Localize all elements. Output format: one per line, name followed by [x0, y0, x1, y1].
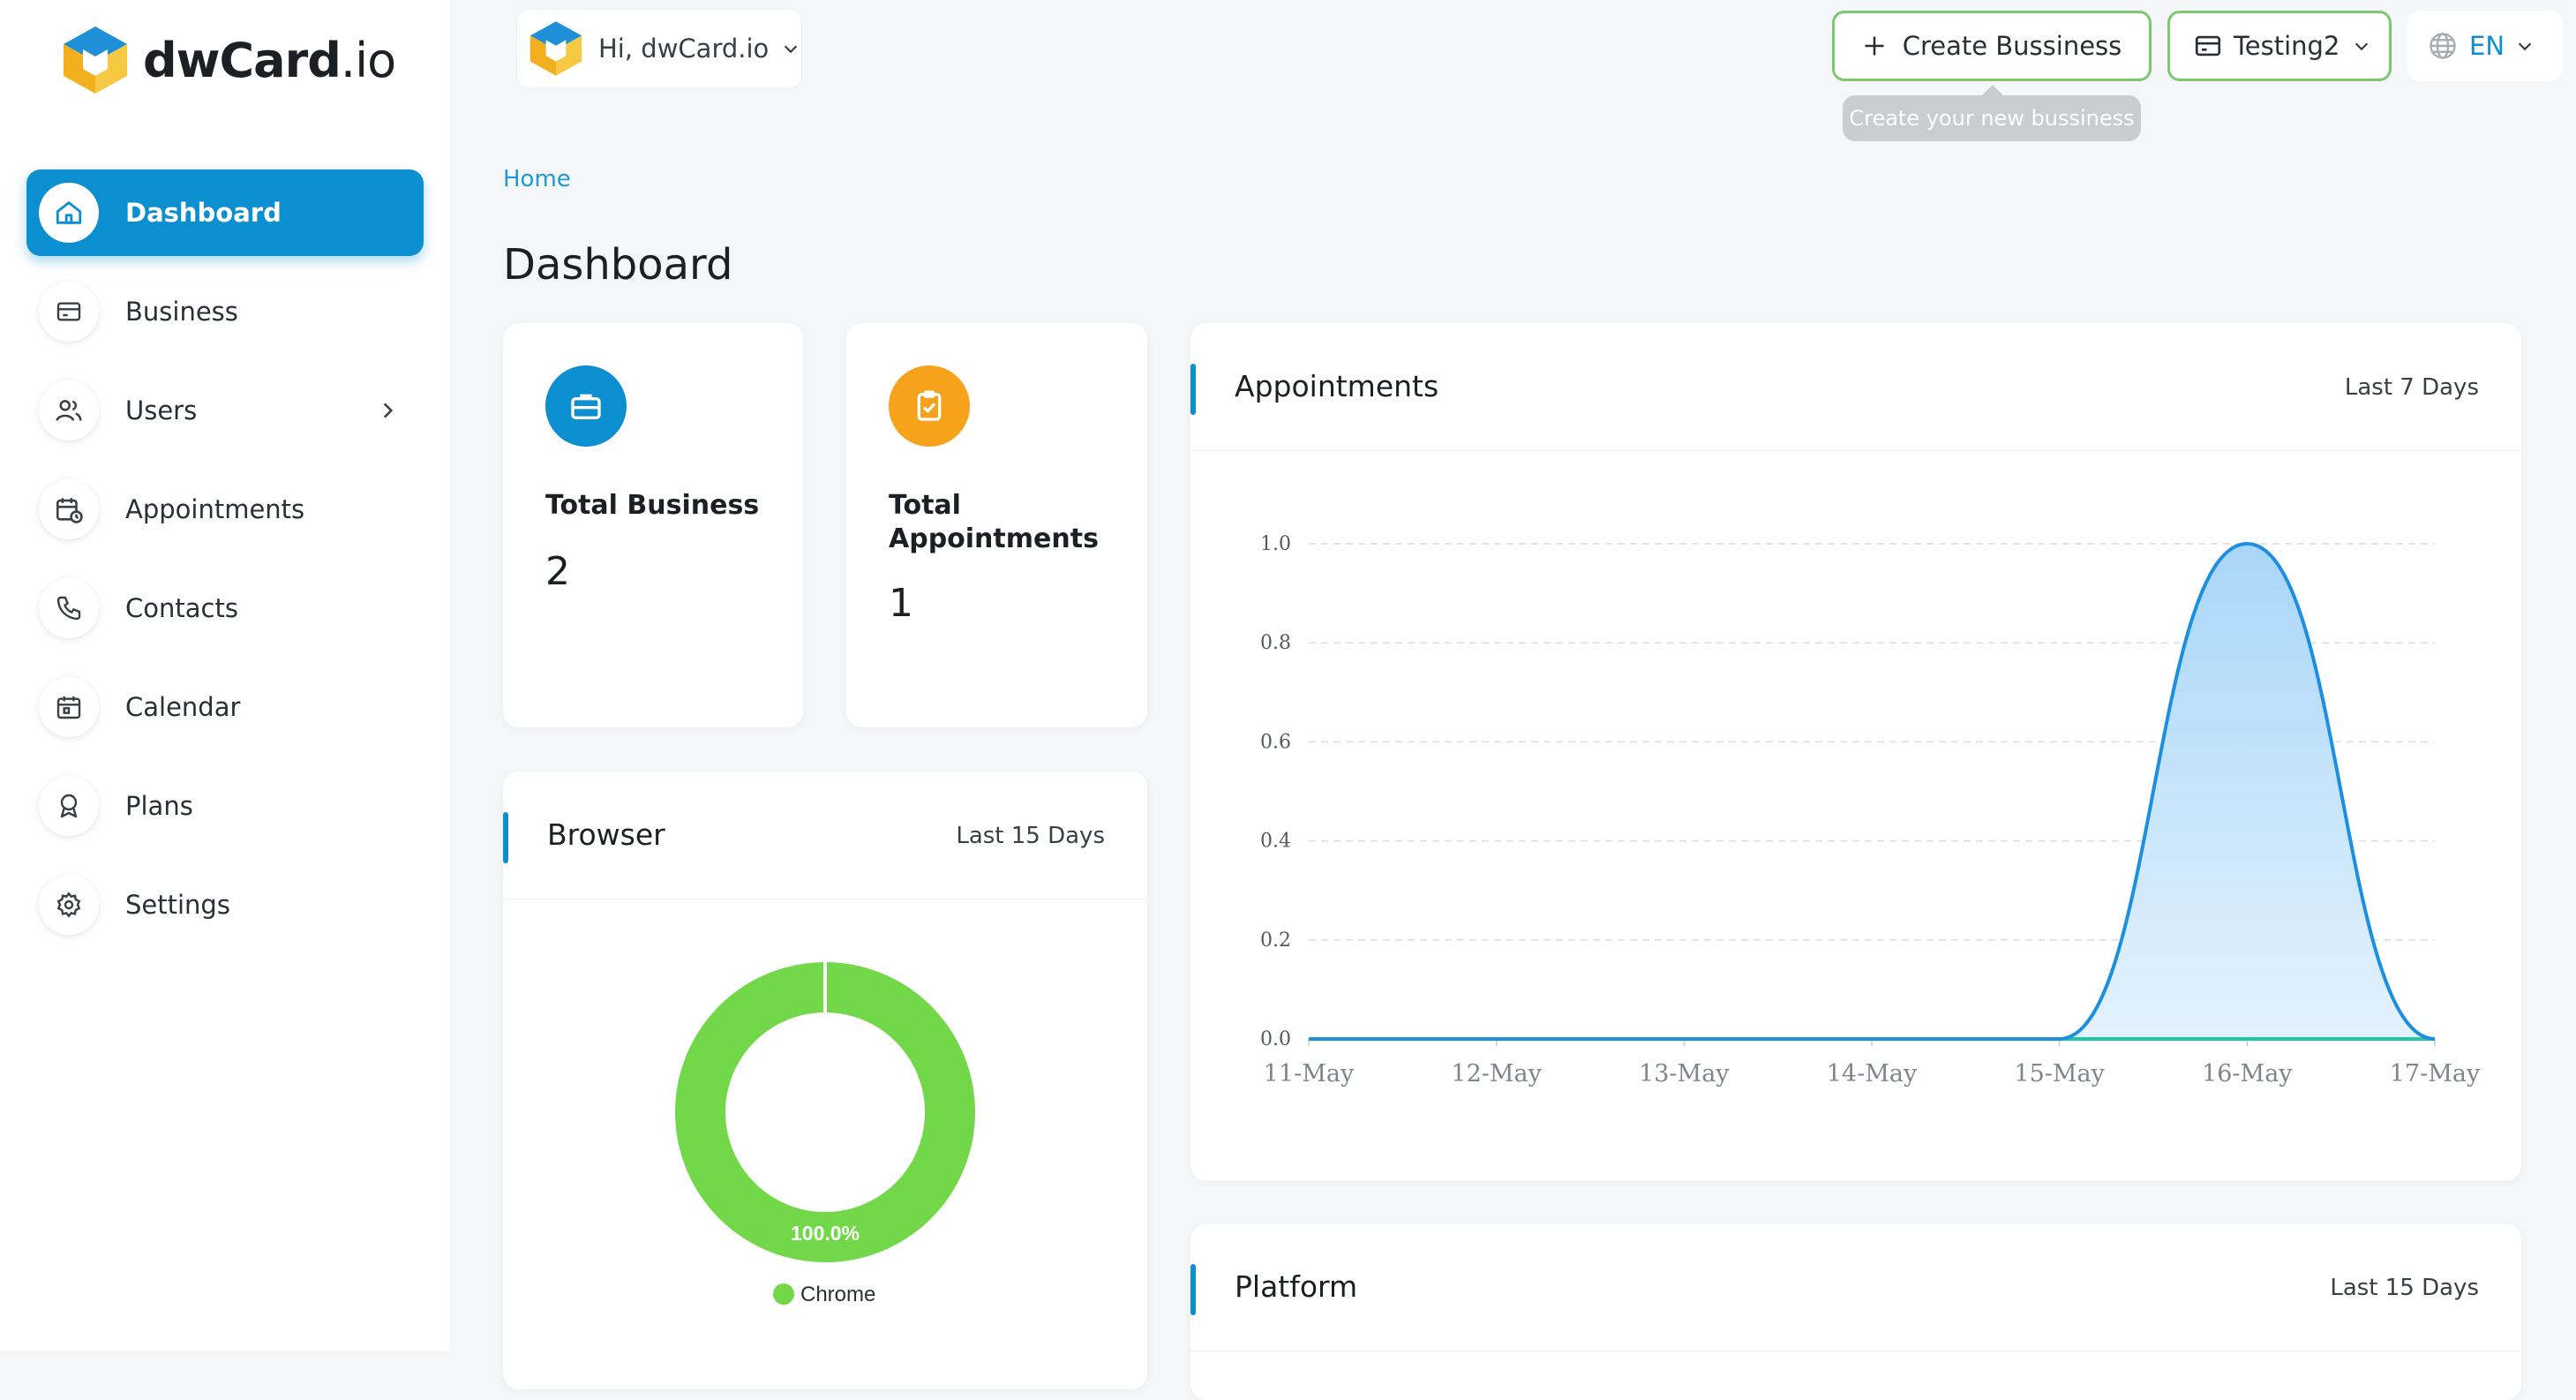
card-title: Browser	[547, 817, 665, 852]
sidebar-item-appointments[interactable]: Appointments	[26, 466, 424, 553]
appointments-card: Appointments Last 7 Days 0.0 0.2 0.4 0.6 0.8…	[1190, 323, 2521, 1181]
sidebar-item-dashboard[interactable]: Dashboard	[26, 169, 424, 256]
y-tick-label: 0.8	[1260, 632, 1291, 654]
sidebar-item-label: Calendar	[125, 692, 241, 722]
business-selector-label: Testing2	[2234, 31, 2340, 61]
breadcrumb-home[interactable]: Home	[503, 166, 571, 192]
brand-logo[interactable]: dwCard.io	[60, 23, 396, 97]
calendar-clock-icon	[56, 498, 83, 523]
stat-label: Total Appointments	[889, 490, 1099, 554]
legend-swatch	[773, 1283, 794, 1305]
sidebar-item-label: Contacts	[125, 593, 238, 623]
y-tick-label: 0.6	[1260, 731, 1291, 753]
plus-icon	[1865, 36, 1884, 56]
range-selector[interactable]: Last 15 Days	[956, 823, 1105, 849]
business-selector[interactable]: Testing2	[2167, 11, 2392, 81]
x-tick-label: 13-May	[1639, 1060, 1730, 1088]
y-tick-label: 0.0	[1260, 1028, 1291, 1050]
card-title: Platform	[1235, 1269, 1358, 1304]
series-area	[1309, 544, 2435, 1039]
stat-label: Total Business	[545, 490, 760, 521]
create-business-label: Create Bussiness	[1902, 31, 2122, 61]
y-tick-label: 1.0	[1260, 533, 1291, 555]
sidebar-item-label: Users	[125, 395, 198, 425]
total-business-card: Total Business 2	[503, 323, 803, 727]
award-icon	[60, 794, 78, 818]
briefcase-icon	[571, 394, 601, 419]
x-tick-label: 16-May	[2202, 1060, 2293, 1088]
user-avatar-icon	[529, 21, 582, 76]
brand-name: dwCard	[143, 32, 342, 88]
card-icon	[2195, 35, 2221, 56]
chevron-down-icon	[785, 45, 798, 54]
sidebar-item-label: Settings	[125, 890, 230, 920]
sidebar-item-label: Dashboard	[125, 198, 282, 228]
legend-label[interactable]: Chrome	[800, 1283, 875, 1306]
sidebar-item-label: Business	[125, 297, 238, 327]
user-greeting: Hi, dwCard.io	[598, 34, 770, 64]
sidebar-item-plans[interactable]: Plans	[26, 763, 424, 849]
chevron-down-icon	[2518, 42, 2532, 51]
range-selector[interactable]: Last 7 Days	[2345, 374, 2479, 401]
card-title: Appointments	[1235, 369, 1439, 403]
logo-cube-icon	[64, 26, 127, 94]
x-tick-label: 17-May	[2390, 1060, 2481, 1088]
stat-value: 2	[545, 549, 570, 594]
phone-icon	[56, 596, 81, 621]
chevron-down-icon	[2355, 42, 2369, 51]
y-tick-label: 0.4	[1260, 831, 1291, 853]
globe-icon	[2430, 33, 2456, 59]
users-icon	[56, 400, 82, 421]
sidebar-item-label: Appointments	[125, 494, 305, 524]
card-icon	[56, 302, 81, 321]
stat-value: 1	[889, 581, 913, 626]
sidebar-item-business[interactable]: Business	[26, 268, 424, 355]
home-icon	[56, 201, 82, 224]
sidebar-item-users[interactable]: Users	[26, 367, 424, 454]
pie-slice[interactable]	[675, 962, 975, 1262]
platform-card: Platform Last 15 Days	[1190, 1223, 2521, 1400]
browser-card: Browser Last 15 Days 100.0% Chrome	[503, 772, 1147, 1389]
brand-tld: .io	[340, 32, 396, 88]
x-tick-label: 14-May	[1827, 1060, 1918, 1088]
range-selector[interactable]: Last 15 Days	[2330, 1275, 2479, 1301]
sidebar-item-label: Plans	[125, 791, 193, 821]
sidebar-item-settings[interactable]: Settings	[26, 862, 424, 948]
x-tick-label: 12-May	[1451, 1060, 1542, 1088]
create-business-tooltip: Create your new bussiness	[1843, 85, 2141, 141]
language-label: EN	[2469, 31, 2505, 61]
gear-icon	[56, 892, 81, 918]
language-selector[interactable]: EN	[2407, 11, 2563, 81]
page-title: Dashboard	[503, 240, 733, 290]
x-tick-label: 15-May	[2014, 1060, 2105, 1088]
slice-data-label: 100.0%	[791, 1222, 860, 1245]
sidebar-item-contacts[interactable]: Contacts	[26, 565, 424, 651]
create-business-button[interactable]: Create Bussiness	[1832, 11, 2152, 81]
total-appointments-card: Total Appointments 1	[846, 323, 1147, 727]
x-tick-label: 11-May	[1264, 1060, 1355, 1088]
appointments-area-chart: 0.0 0.2 0.4 0.6 0.8 1.0 11-May 12-May 13-May 14-M…	[1260, 533, 2481, 1088]
sidebar: dwCard.io Dashboard Business Users Appoi…	[0, 0, 450, 1351]
user-menu-button[interactable]: Hi, dwCard.io	[516, 9, 802, 88]
clipboard-check-icon	[917, 390, 942, 421]
sidebar-item-calendar[interactable]: Calendar	[26, 664, 424, 750]
chevron-right-icon[interactable]	[376, 399, 399, 422]
y-tick-label: 0.2	[1260, 930, 1291, 952]
calendar-icon	[56, 696, 81, 719]
browser-donut-chart: 100.0% Chrome	[675, 960, 975, 1306]
